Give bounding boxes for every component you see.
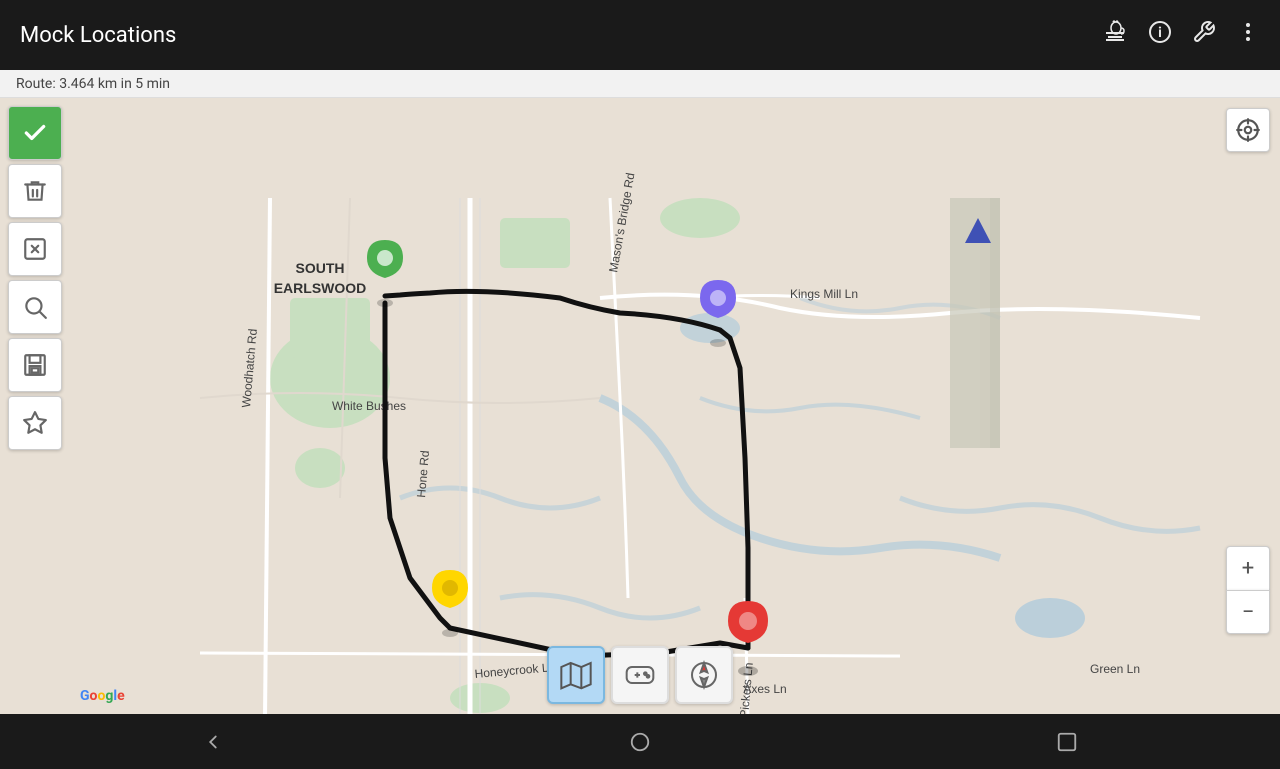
map-container[interactable]: SOUTH EARLSWOOD White Bushes Salfords Wo… bbox=[0, 98, 1280, 714]
topbar: Mock Locations i bbox=[0, 0, 1280, 70]
google-logo: Google bbox=[80, 688, 125, 704]
home-button[interactable] bbox=[610, 722, 670, 762]
zoom-controls: + − bbox=[1226, 546, 1270, 634]
save-button[interactable] bbox=[8, 338, 62, 392]
route-info: Route: 3.464 km in 5 min bbox=[0, 70, 1280, 98]
svg-text:White Bushes: White Bushes bbox=[332, 399, 406, 413]
map-mode-button[interactable] bbox=[547, 646, 605, 704]
favorites-button[interactable] bbox=[8, 396, 62, 450]
more-icon[interactable] bbox=[1236, 20, 1260, 50]
app-title: Mock Locations bbox=[20, 23, 1104, 48]
route-info-text: Route: 3.464 km in 5 min bbox=[16, 76, 170, 92]
svg-text:i: i bbox=[1158, 25, 1162, 41]
delete-button[interactable] bbox=[8, 164, 62, 218]
search-button[interactable] bbox=[8, 280, 62, 334]
nav-bar bbox=[0, 714, 1280, 769]
confirm-button[interactable] bbox=[8, 106, 62, 160]
svg-text:SOUTH: SOUTH bbox=[296, 260, 345, 276]
recents-button[interactable] bbox=[1037, 722, 1097, 762]
svg-text:Green Ln: Green Ln bbox=[1090, 662, 1140, 676]
compass-mode-button[interactable] bbox=[675, 646, 733, 704]
zoom-out-button[interactable]: − bbox=[1226, 590, 1270, 634]
bottom-map-toolbar bbox=[547, 646, 733, 704]
game-mode-button[interactable] bbox=[611, 646, 669, 704]
coffee-icon[interactable] bbox=[1104, 20, 1128, 50]
clear-button[interactable] bbox=[8, 222, 62, 276]
svg-text:Kings Mill Ln: Kings Mill Ln bbox=[790, 287, 858, 301]
locate-button[interactable] bbox=[1226, 108, 1270, 152]
zoom-in-button[interactable]: + bbox=[1226, 546, 1270, 590]
info-icon[interactable]: i bbox=[1148, 20, 1172, 50]
svg-text:EARLSWOOD: EARLSWOOD bbox=[274, 280, 367, 296]
back-button[interactable] bbox=[183, 722, 243, 762]
wrench-icon[interactable] bbox=[1192, 20, 1216, 50]
